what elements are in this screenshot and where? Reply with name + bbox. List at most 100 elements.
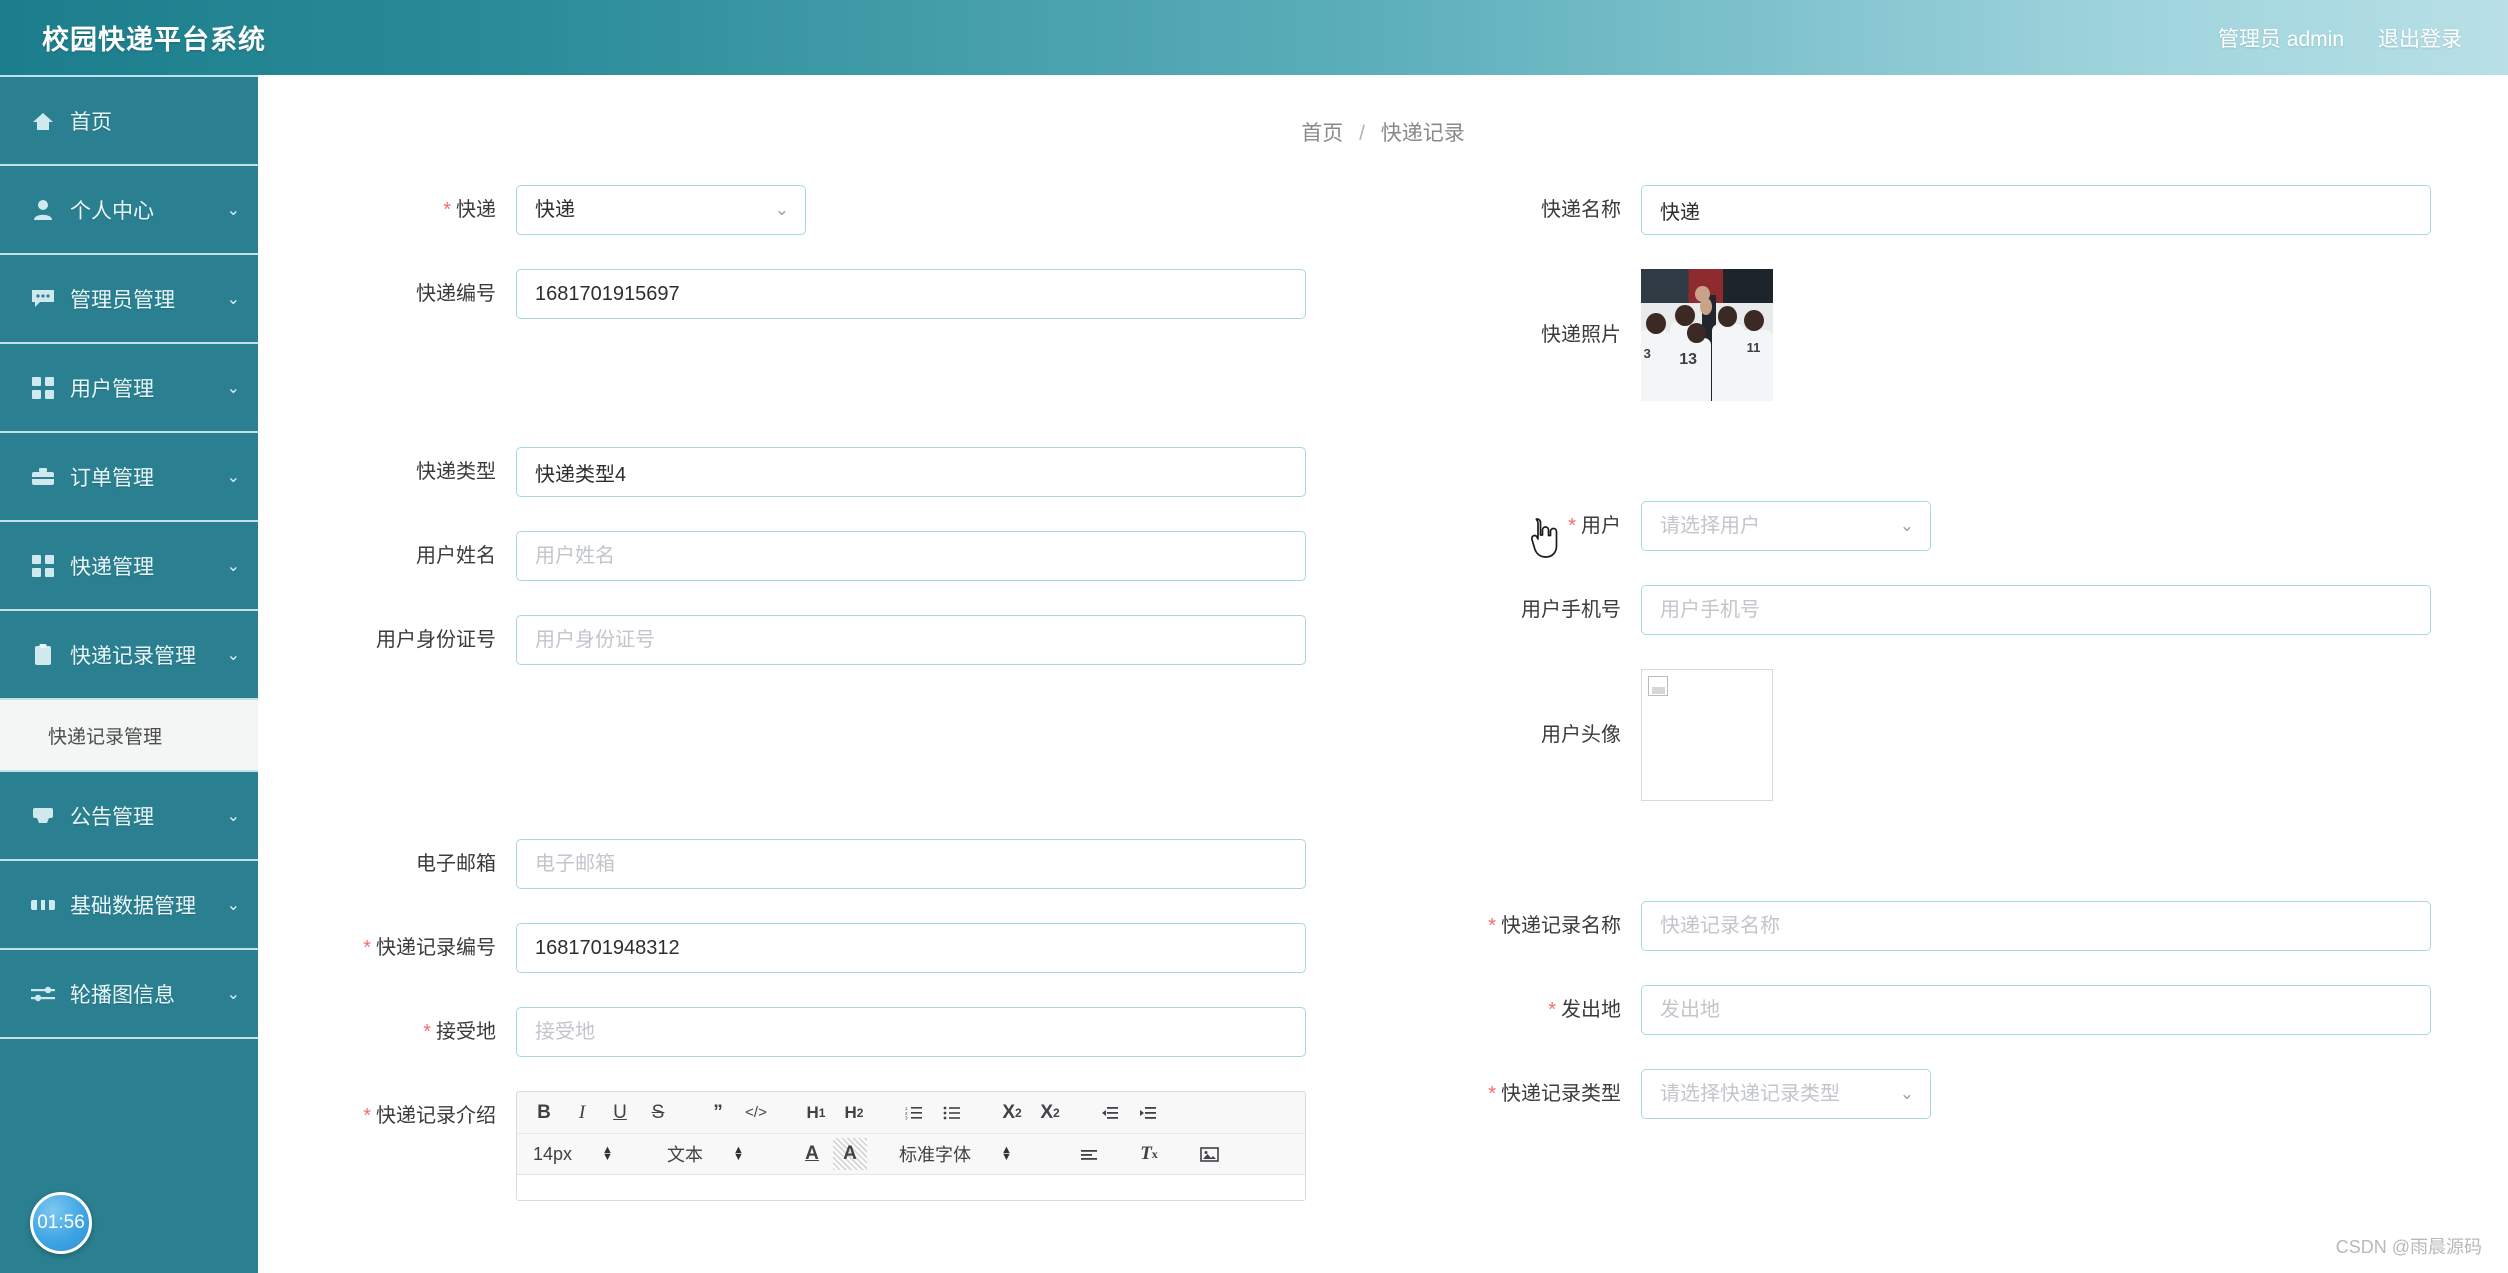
- chevron-down-icon: ⌄: [227, 289, 240, 309]
- user-name-input[interactable]: [516, 531, 1306, 581]
- sidebar-item-label: 快递管理: [70, 551, 221, 581]
- chevron-down-icon: ⌄: [227, 984, 240, 1004]
- breadcrumb-home[interactable]: 首页: [1301, 122, 1343, 145]
- sidebar-item-home[interactable]: 首页: [0, 77, 258, 166]
- player-head: [1687, 323, 1705, 343]
- field-control: [1641, 985, 2431, 1035]
- field-send-place: *发出地: [1383, 985, 2508, 1035]
- field-control: [1641, 185, 2431, 235]
- sidebar-nav[interactable]: 首页 个人中心 ⌄ 管理员管理 ⌄ 用户管理 ⌄: [0, 75, 258, 1273]
- user-phone-input[interactable]: [1641, 585, 2431, 635]
- text-style-select[interactable]: 文本 ▲▼: [661, 1138, 791, 1170]
- player-head: [1744, 310, 1764, 331]
- express-type-input[interactable]: [516, 447, 1306, 497]
- superscript-icon[interactable]: X2: [1033, 1097, 1067, 1129]
- blockquote-icon[interactable]: ”: [701, 1097, 735, 1129]
- chevron-down-icon: ⌄: [227, 467, 240, 487]
- countdown-timer-badge[interactable]: 01:56: [30, 1192, 92, 1254]
- bold-icon[interactable]: B: [527, 1097, 561, 1129]
- outdent-icon[interactable]: [1093, 1097, 1127, 1129]
- text-style-value: 文本: [667, 1141, 703, 1167]
- express-name-input[interactable]: [1641, 185, 2431, 235]
- field-label: *接受地: [258, 1007, 516, 1057]
- spinner-icon: ▲▼: [1001, 1147, 1012, 1161]
- form-right-column: 快递名称 快递照片: [1383, 185, 2508, 1235]
- required-star: *: [363, 937, 371, 959]
- record-code-input[interactable]: [516, 923, 1306, 973]
- background-color-icon[interactable]: A: [833, 1138, 867, 1170]
- underline-icon[interactable]: U: [603, 1097, 637, 1129]
- breadcrumb-current: 快递记录: [1381, 122, 1465, 145]
- field-control: [1641, 669, 1773, 801]
- field-label: 用户姓名: [258, 531, 516, 581]
- sidebar-item-carousel-info[interactable]: 轮播图信息 ⌄: [0, 950, 258, 1039]
- timer-value: 01:56: [37, 1212, 85, 1234]
- user-select[interactable]: 请选择用户 ⌄: [1641, 501, 1931, 551]
- field-control: [516, 615, 1306, 665]
- spinner-icon: ▲▼: [602, 1147, 613, 1161]
- sidebar-item-order-management[interactable]: 订单管理 ⌄: [0, 433, 258, 522]
- express-select[interactable]: 快递 ⌄: [516, 185, 806, 235]
- clear-format-icon[interactable]: Tx: [1132, 1138, 1166, 1170]
- field-control: [516, 1007, 1306, 1057]
- record-name-input[interactable]: [1641, 901, 2431, 951]
- unordered-list-icon[interactable]: [935, 1097, 969, 1129]
- field-control: [516, 531, 1306, 581]
- field-email: 电子邮箱: [258, 839, 1383, 889]
- app-title: 校园快递平台系统: [42, 18, 266, 57]
- logout-button[interactable]: 退出登录: [2378, 23, 2462, 53]
- field-express-name: 快递名称: [1383, 185, 2508, 235]
- sidebar-item-basic-data-management[interactable]: 基础数据管理 ⌄: [0, 861, 258, 950]
- field-label: *快递记录名称: [1383, 901, 1641, 951]
- field-control: 快递 ⌄: [516, 185, 806, 235]
- indent-icon[interactable]: [1131, 1097, 1165, 1129]
- font-size-select[interactable]: 14px ▲▼: [527, 1138, 657, 1170]
- email-input[interactable]: [516, 839, 1306, 889]
- required-star: *: [1488, 1083, 1496, 1105]
- sliders-icon: [30, 985, 56, 1003]
- field-label: 快递编号: [258, 269, 516, 319]
- sidebar-item-personal-center[interactable]: 个人中心 ⌄: [0, 166, 258, 255]
- field-record-intro: *快递记录介绍 B I U S ” </>: [258, 1091, 1383, 1201]
- sidebar-item-admin-management[interactable]: 管理员管理 ⌄: [0, 255, 258, 344]
- heading-1-icon[interactable]: H1: [799, 1097, 833, 1129]
- express-code-input[interactable]: [516, 269, 1306, 319]
- required-star: *: [1568, 515, 1576, 537]
- code-icon[interactable]: </>: [739, 1097, 773, 1129]
- user-idcard-input[interactable]: [516, 615, 1306, 665]
- sidebar-item-announcement-management[interactable]: 公告管理 ⌄: [0, 772, 258, 861]
- sidebar-item-express-management[interactable]: 快递管理 ⌄: [0, 522, 258, 611]
- express-photo-thumbnail[interactable]: 13 11 3: [1641, 269, 1773, 401]
- receive-place-input[interactable]: [516, 1007, 1306, 1057]
- user-avatar-thumbnail[interactable]: [1641, 669, 1773, 801]
- player-head: [1646, 313, 1666, 334]
- user-icon: [30, 199, 56, 220]
- heading-2-icon[interactable]: H2: [837, 1097, 871, 1129]
- chevron-down-icon: ⌄: [227, 806, 240, 826]
- sidebar-subitem-express-record-management[interactable]: 快递记录管理: [0, 700, 258, 772]
- strikethrough-icon[interactable]: S: [641, 1097, 675, 1129]
- send-place-input[interactable]: [1641, 985, 2431, 1035]
- ordered-list-icon[interactable]: 123: [897, 1097, 931, 1129]
- field-label: 电子邮箱: [258, 839, 516, 889]
- briefcase-icon: [30, 467, 56, 486]
- font-family-select[interactable]: 标准字体 ▲▼: [893, 1138, 1068, 1170]
- font-color-icon[interactable]: A: [795, 1138, 829, 1170]
- italic-icon[interactable]: I: [565, 1097, 599, 1129]
- subscript-icon[interactable]: X2: [995, 1097, 1029, 1129]
- font-size-value: 14px: [533, 1144, 572, 1165]
- sidebar-item-express-record-management[interactable]: 快递记录管理 ⌄: [0, 611, 258, 700]
- record-type-select[interactable]: 请选择快递记录类型 ⌄: [1641, 1069, 1931, 1119]
- insert-image-icon[interactable]: [1192, 1138, 1226, 1170]
- rich-text-editor[interactable]: B I U S ” </> H1 H2: [516, 1091, 1306, 1201]
- express-select-value: 快递: [517, 186, 805, 234]
- chevron-down-icon: ⌄: [227, 645, 240, 665]
- sidebar-item-label: 公告管理: [70, 801, 221, 831]
- align-icon[interactable]: [1072, 1138, 1106, 1170]
- field-label: *快递记录介绍: [258, 1091, 516, 1141]
- editor-toolbar-row-2: 14px ▲▼ 文本 ▲▼ A A: [517, 1133, 1305, 1174]
- sidebar-item-user-management[interactable]: 用户管理 ⌄: [0, 344, 258, 433]
- clipboard-icon: [30, 644, 56, 666]
- editor-content-area[interactable]: [517, 1174, 1305, 1200]
- chevron-down-icon: ⌄: [1900, 1070, 1914, 1118]
